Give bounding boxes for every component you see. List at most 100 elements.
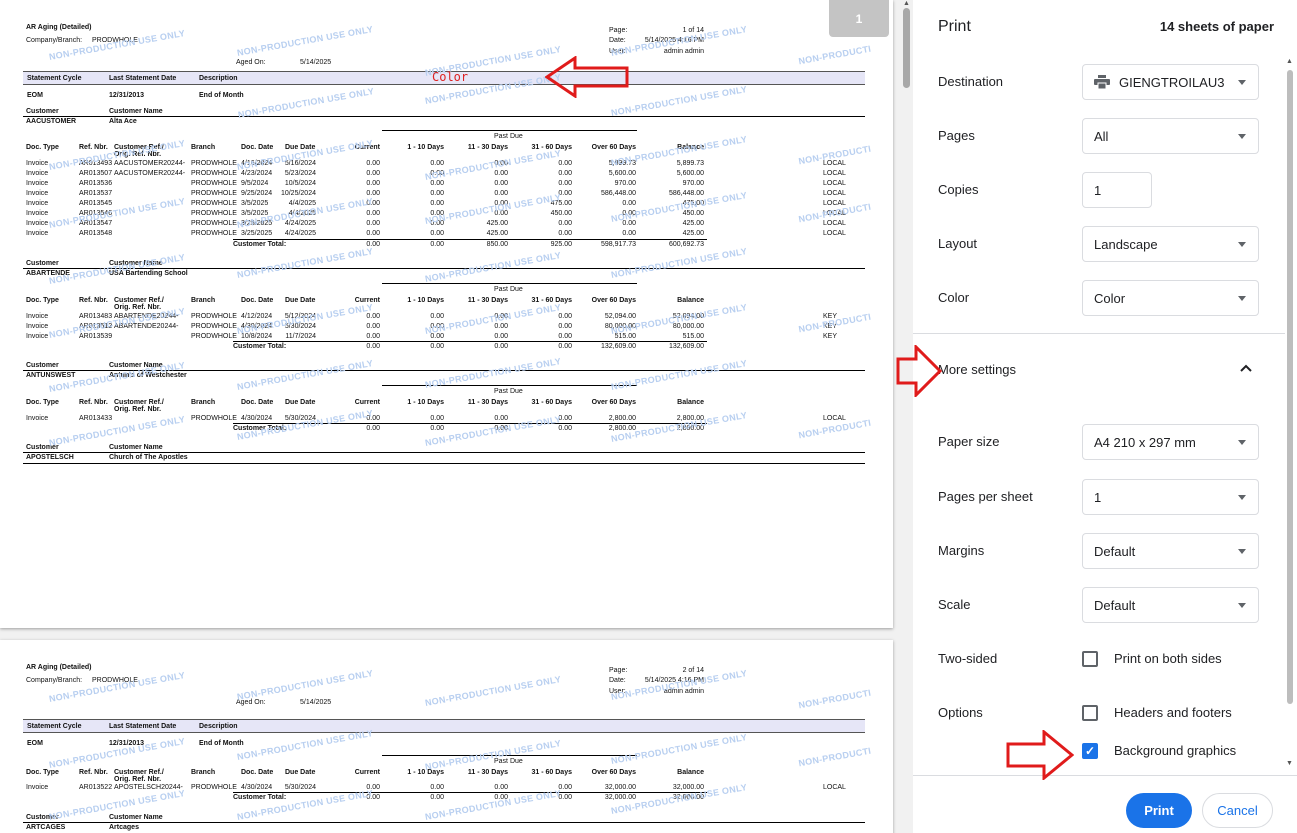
chevron-down-icon <box>1238 495 1246 500</box>
two-sided-checkbox[interactable] <box>1082 651 1098 667</box>
page-value: 2 of 14 <box>682 667 704 674</box>
report-text: Ref. Nbr. <box>79 399 108 406</box>
margins-select[interactable]: Default <box>1082 533 1259 569</box>
aged-on-label: Aged On: <box>236 59 266 66</box>
color-select[interactable]: Color <box>1082 280 1259 316</box>
customer-total-label: Customer Total: <box>233 343 287 350</box>
report-text: Doc. Date <box>241 297 274 304</box>
watermark-text: NON-PRODUCTI <box>797 43 872 67</box>
print-preview[interactable]: 1 AR Aging (Detailed) Company/Branch: PROD… <box>0 0 900 833</box>
aged-on-value: 5/14/2025 <box>300 699 332 706</box>
layout-select[interactable]: Landscape <box>1082 226 1259 262</box>
branch: PRODWHOLE <box>191 333 237 340</box>
sheet-count: 14 sheets of paper <box>1159 19 1274 34</box>
company-label: Company/Branch: <box>26 37 83 44</box>
branch: PRODWHOLE <box>191 210 237 217</box>
destination-select[interactable]: GIENGTROILAU3 <box>1082 64 1259 100</box>
amount: 970.00 <box>682 180 704 187</box>
report-text: Customer Name <box>109 814 163 821</box>
ref-nbr: AR013545 <box>79 200 113 207</box>
past-due-label: Past Due <box>494 388 523 395</box>
report-text: Doc. Date <box>241 769 274 776</box>
panel-scroll-thumb[interactable] <box>1287 70 1293 704</box>
past-due-rule <box>382 283 637 284</box>
doc-type: Invoice <box>26 230 49 237</box>
branch-code: LOCAL <box>823 180 846 187</box>
branch: PRODWHOLE <box>191 190 237 197</box>
band-col-cycle: Statement Cycle <box>27 75 82 82</box>
printer-icon <box>1094 75 1110 89</box>
report-text: Doc. Type <box>26 769 59 776</box>
scale-value: Default <box>1094 597 1136 613</box>
cancel-button[interactable]: Cancel <box>1202 793 1273 828</box>
preview-scrollbar[interactable]: ▲ <box>900 0 913 833</box>
scroll-down-icon[interactable]: ▼ <box>1286 760 1293 767</box>
doc-type: Invoice <box>26 170 49 177</box>
watermark-text: NON-PRODUCTION USE ONLY <box>48 196 186 230</box>
band-col-description: Description <box>199 723 238 730</box>
branch-code: LOCAL <box>823 190 846 197</box>
report-text: EOM <box>27 92 43 99</box>
report-text: Balance <box>677 297 704 304</box>
two-sided-label: Two-sided <box>938 651 998 666</box>
copies-label: Copies <box>938 182 979 197</box>
total-amount: 132,609.00 <box>668 343 704 350</box>
amount: 586,448.00 <box>668 190 704 197</box>
scale-select[interactable]: Default <box>1082 587 1259 623</box>
report-text: Branch <box>191 769 216 776</box>
scroll-up-icon[interactable]: ▲ <box>903 0 910 7</box>
copies-input[interactable]: 1 <box>1082 172 1152 208</box>
background-graphics-checkbox[interactable]: ✓ <box>1082 743 1098 759</box>
print-button[interactable]: Print <box>1126 793 1192 828</box>
report-text: Customer <box>26 260 59 267</box>
doc-type: Invoice <box>26 190 49 197</box>
layout-value: Landscape <box>1094 236 1158 252</box>
branch: PRODWHOLE <box>191 180 237 187</box>
page-end-rule <box>23 463 865 464</box>
more-settings-toggle[interactable]: More settings <box>938 362 1016 377</box>
customer-id: APOSTELSCH <box>26 454 74 461</box>
watermark-text: NON-PRODUCTION USE ONLY <box>236 728 374 762</box>
report-text: End of Month <box>199 740 244 747</box>
preview-scroll-thumb[interactable] <box>903 8 910 88</box>
chevron-down-icon <box>1238 440 1246 445</box>
branch: PRODWHOLE <box>191 323 237 330</box>
branch: PRODWHOLE <box>191 230 237 237</box>
chevron-down-icon <box>1238 549 1246 554</box>
report-text: EOM <box>27 740 43 747</box>
doc-type: Invoice <box>26 333 49 340</box>
ref-nbr: AR013507 <box>79 170 113 177</box>
pages-per-sheet-select[interactable]: 1 <box>1082 479 1259 515</box>
panel-scrollbar[interactable]: ▲ ▼ <box>1285 0 1297 775</box>
branch-code: LOCAL <box>823 230 846 237</box>
pages-value: All <box>1094 128 1109 144</box>
past-due-rule <box>382 385 637 386</box>
ref-nbr: AR013537 <box>79 190 113 197</box>
headers-footers-checkbox[interactable] <box>1082 705 1098 721</box>
customer-rule <box>23 822 865 823</box>
two-sided-text: Print on both sides <box>1114 651 1222 666</box>
print-title: Print <box>938 18 971 35</box>
annotation-color-text: Color <box>432 70 469 84</box>
headers-footers-text: Headers and footers <box>1114 705 1232 720</box>
doc-type: Invoice <box>26 323 49 330</box>
branch-code: KEY <box>823 333 838 340</box>
report-text: Orig. Ref. Nbr. <box>114 406 162 413</box>
report-text: Doc. Date <box>241 144 274 151</box>
branch-code: LOCAL <box>823 784 846 791</box>
preview-sheet-2: AR Aging (Detailed) Company/Branch: PRODWH… <box>0 640 893 833</box>
past-due-label: Past Due <box>494 286 523 293</box>
chevron-up-icon[interactable] <box>1240 364 1252 372</box>
layout-label: Layout <box>938 236 978 251</box>
watermark-text: NON-PRODUCTION USE ONLY <box>424 674 562 708</box>
branch: PRODWHOLE <box>191 160 237 167</box>
report-text: Doc. Type <box>26 297 59 304</box>
past-due-label: Past Due <box>494 133 523 140</box>
margins-value: Default <box>1094 543 1136 559</box>
branch: PRODWHOLE <box>191 220 237 227</box>
scroll-up-icon[interactable]: ▲ <box>1286 58 1293 65</box>
paper-size-select[interactable]: A4 210 x 297 mm <box>1082 424 1259 460</box>
customer-id: ANTUNSWEST <box>26 372 76 379</box>
pages-select[interactable]: All <box>1082 118 1259 154</box>
annotation-arrow-right-2-icon <box>1006 730 1074 780</box>
